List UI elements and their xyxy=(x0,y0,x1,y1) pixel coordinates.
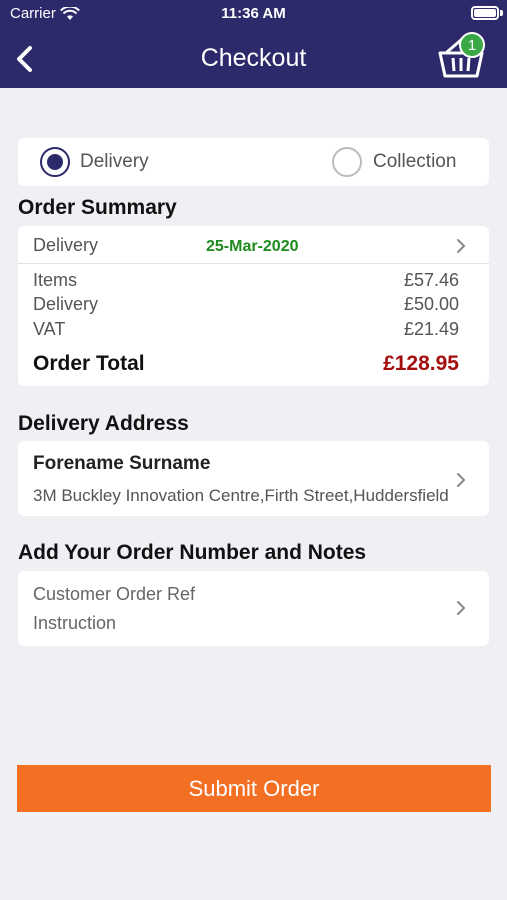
chevron-right-icon xyxy=(457,473,466,487)
fulfilment-selector: Delivery Collection xyxy=(18,138,489,186)
summary-line-items: Items £57.46 xyxy=(33,270,459,291)
delivery-date-value: 25-Mar-2020 xyxy=(206,238,299,255)
chevron-right-icon xyxy=(457,601,466,615)
line-label: VAT xyxy=(33,319,66,339)
status-time: 11:36 AM xyxy=(221,5,286,22)
line-label: Delivery xyxy=(33,294,99,314)
order-total-row: Order Total £128.95 xyxy=(33,352,459,376)
delivery-address-card[interactable]: Forename Surname 3M Buckley Innovation C… xyxy=(18,441,489,516)
collection-radio[interactable] xyxy=(332,147,362,177)
top-bar: Carrier 11:36 AM Checkout 1 xyxy=(0,0,507,88)
instruction-field[interactable]: Instruction xyxy=(33,613,116,634)
summary-line-vat: VAT £21.49 xyxy=(33,319,459,340)
navigation-bar: Checkout 1 xyxy=(0,30,507,88)
order-notes-card[interactable]: Customer Order Ref Instruction xyxy=(18,571,489,646)
cart-count-badge[interactable]: 1 xyxy=(459,32,485,58)
order-notes-heading: Add Your Order Number and Notes xyxy=(18,541,367,564)
line-label: Items xyxy=(33,270,78,290)
order-summary-heading: Order Summary xyxy=(18,196,177,219)
submit-order-button[interactable]: Submit Order xyxy=(17,765,491,812)
order-total-label: Order Total xyxy=(33,352,145,375)
order-total-value: £128.95 xyxy=(383,352,459,375)
delivery-address-heading: Delivery Address xyxy=(18,412,189,435)
line-value: £57.46 xyxy=(403,270,459,290)
battery-icon xyxy=(471,6,499,20)
battery-tip xyxy=(500,10,503,16)
page-title: Checkout xyxy=(200,44,307,72)
address-line: 3M Buckley Innovation Centre,Firth Stree… xyxy=(33,486,449,505)
line-value: £50.00 xyxy=(403,294,459,314)
customer-order-ref-field[interactable]: Customer Order Ref xyxy=(33,584,195,605)
chevron-right-icon xyxy=(457,239,466,253)
delivery-radio[interactable] xyxy=(40,147,70,177)
delivery-date-label: Delivery xyxy=(33,235,99,255)
address-name: Forename Surname xyxy=(33,453,211,474)
order-summary-card: Delivery 25-Mar-2020 Items £57.46 Delive… xyxy=(18,226,489,386)
line-value: £21.49 xyxy=(403,319,459,339)
collection-option-label[interactable]: Collection xyxy=(373,151,456,173)
summary-line-delivery: Delivery £50.00 xyxy=(33,294,459,315)
status-bar: Carrier 11:36 AM xyxy=(0,0,507,28)
delivery-date-row[interactable]: Delivery 25-Mar-2020 xyxy=(18,226,489,264)
delivery-option-label[interactable]: Delivery xyxy=(80,151,149,173)
